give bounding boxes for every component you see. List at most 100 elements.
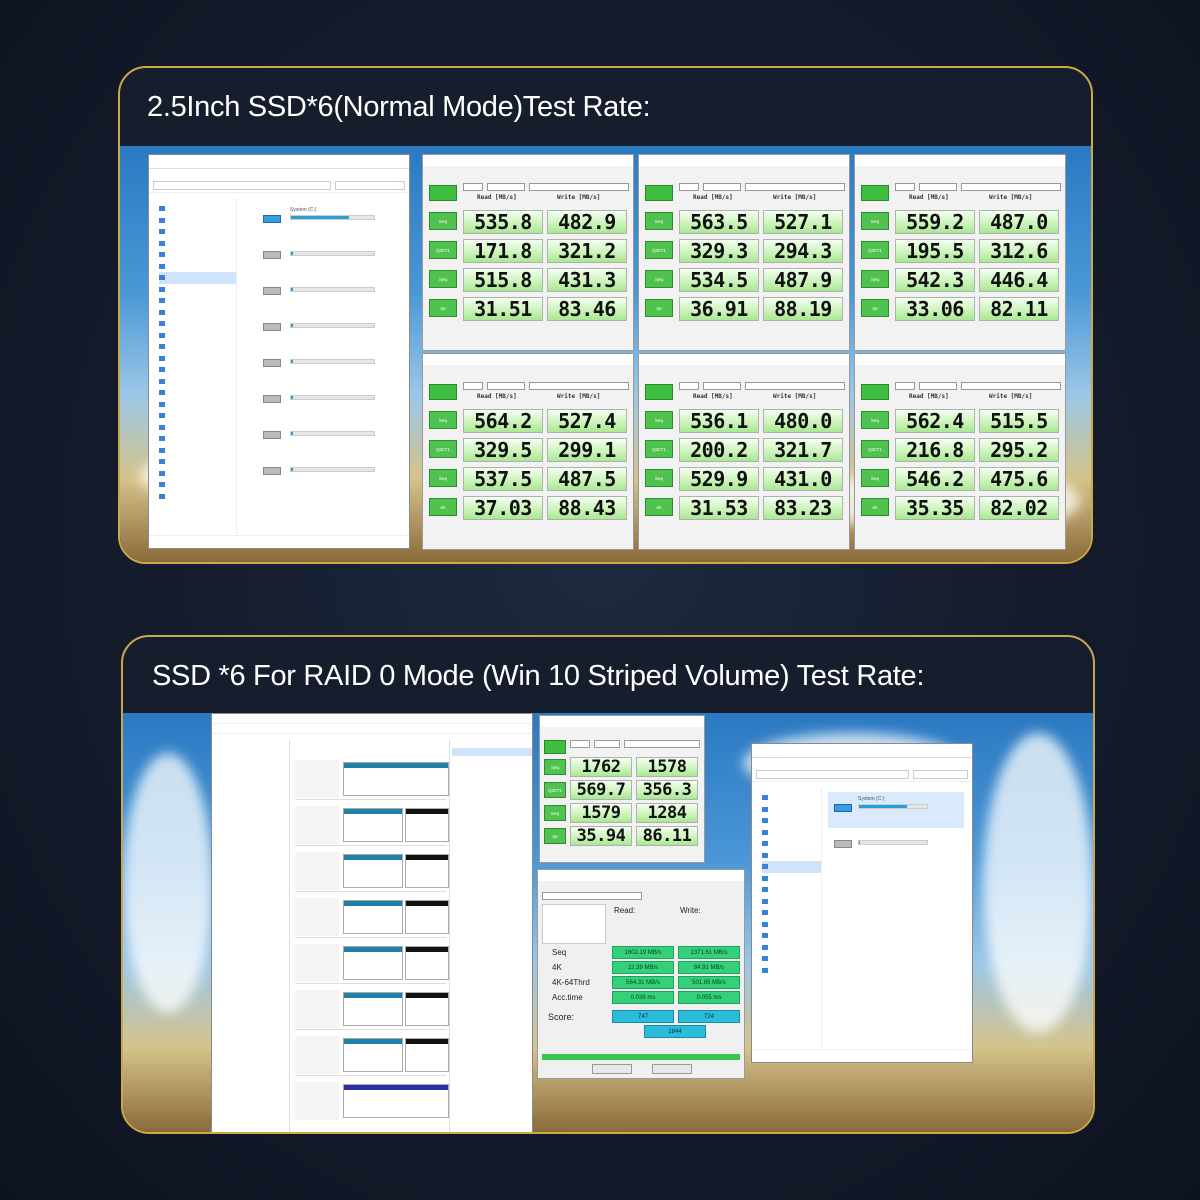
- test-button[interactable]: Q32T1: [544, 782, 566, 798]
- test-button[interactable]: Q32T1: [861, 241, 889, 259]
- striped-volume-block[interactable]: [343, 900, 403, 934]
- drive-item[interactable]: [245, 347, 401, 383]
- test-button[interactable]: Seq: [645, 212, 673, 230]
- test-button[interactable]: 4K: [544, 828, 566, 844]
- count-select[interactable]: [463, 382, 483, 390]
- drive-item[interactable]: [245, 455, 401, 491]
- striped-volume-block[interactable]: [343, 1038, 403, 1072]
- all-button[interactable]: [429, 185, 457, 201]
- size-select[interactable]: [919, 183, 957, 191]
- unallocated-block[interactable]: [405, 808, 449, 842]
- tree-item[interactable]: [159, 399, 236, 411]
- unallocated-block[interactable]: [405, 992, 449, 1026]
- tree-item[interactable]: [159, 479, 236, 491]
- tree-item[interactable]: [159, 295, 236, 307]
- tree-item[interactable]: [218, 826, 289, 834]
- size-select[interactable]: [919, 382, 957, 390]
- unallocated-block[interactable]: [405, 1038, 449, 1072]
- size-select[interactable]: [487, 382, 525, 390]
- all-button[interactable]: [861, 384, 889, 400]
- tree-item[interactable]: [218, 743, 289, 751]
- drive-select[interactable]: [529, 382, 629, 390]
- abort-button[interactable]: [652, 1064, 692, 1074]
- tree-item[interactable]: [762, 792, 821, 804]
- tree-item[interactable]: [762, 942, 821, 954]
- drive-item[interactable]: [245, 275, 401, 311]
- size-select[interactable]: [594, 740, 620, 748]
- disk-row[interactable]: [295, 806, 449, 846]
- test-button[interactable]: Seq: [861, 270, 889, 288]
- tree-item[interactable]: [218, 811, 289, 819]
- tree-item[interactable]: [159, 433, 236, 445]
- tree-item[interactable]: [762, 907, 821, 919]
- drive-select[interactable]: [542, 892, 642, 900]
- tree-item[interactable]: [218, 796, 289, 804]
- tree-item[interactable]: [762, 953, 821, 965]
- test-button[interactable]: Seq: [645, 469, 673, 487]
- tree-item[interactable]: [218, 818, 289, 826]
- drive-select[interactable]: [624, 740, 700, 748]
- tree-item-this-pc[interactable]: [762, 861, 821, 873]
- striped-volume-block[interactable]: [343, 854, 403, 888]
- tree-item[interactable]: [159, 318, 236, 330]
- drive-select[interactable]: [529, 183, 629, 191]
- all-button[interactable]: [645, 384, 673, 400]
- tree-item[interactable]: [159, 468, 236, 480]
- tree-item-this-pc[interactable]: [159, 272, 236, 284]
- tree-item[interactable]: [218, 781, 289, 789]
- unallocated-block[interactable]: [405, 854, 449, 888]
- tree-item[interactable]: [218, 751, 289, 759]
- drive-item-system[interactable]: System (C:): [245, 203, 401, 239]
- drive-select[interactable]: [961, 382, 1061, 390]
- tree-item[interactable]: [762, 827, 821, 839]
- tree-item[interactable]: [159, 341, 236, 353]
- tree-item[interactable]: [159, 353, 236, 365]
- test-button[interactable]: Q32T1: [429, 241, 457, 259]
- tree-item[interactable]: [159, 410, 236, 422]
- tree-item[interactable]: [159, 422, 236, 434]
- tree-item[interactable]: [762, 838, 821, 850]
- tree-item[interactable]: [159, 238, 236, 250]
- tree-item[interactable]: [762, 804, 821, 816]
- test-button[interactable]: 4K: [861, 299, 889, 317]
- tree-item[interactable]: [218, 773, 289, 781]
- tree-item[interactable]: [159, 226, 236, 238]
- search-input[interactable]: [335, 181, 405, 190]
- size-select[interactable]: [487, 183, 525, 191]
- action-item[interactable]: [452, 748, 532, 756]
- test-button[interactable]: Q32T1: [645, 440, 673, 458]
- count-select[interactable]: [570, 740, 590, 748]
- disk-row[interactable]: [295, 852, 449, 892]
- test-button[interactable]: Seq: [544, 759, 566, 775]
- tree-item[interactable]: [218, 803, 289, 811]
- test-button[interactable]: Seq: [645, 270, 673, 288]
- drive-item-system[interactable]: System (C:): [828, 792, 964, 828]
- disk-row[interactable]: [295, 1082, 449, 1132]
- drive-item[interactable]: [245, 239, 401, 275]
- start-button[interactable]: [592, 1064, 632, 1074]
- striped-volume-block[interactable]: [343, 992, 403, 1026]
- address-bar[interactable]: [153, 181, 331, 190]
- count-select[interactable]: [463, 183, 483, 191]
- all-button[interactable]: [544, 740, 566, 754]
- unallocated-block[interactable]: [405, 900, 449, 934]
- tree-item[interactable]: [159, 364, 236, 376]
- disk-row[interactable]: [295, 1036, 449, 1076]
- test-button[interactable]: 4K: [645, 498, 673, 516]
- size-select[interactable]: [703, 183, 741, 191]
- test-button[interactable]: Seq: [429, 411, 457, 429]
- test-button[interactable]: Seq: [544, 805, 566, 821]
- partition-block[interactable]: [343, 1084, 449, 1118]
- test-button[interactable]: Seq: [645, 411, 673, 429]
- drive-item[interactable]: [245, 383, 401, 419]
- test-button[interactable]: 4K: [429, 498, 457, 516]
- tree-item[interactable]: [762, 965, 821, 977]
- tree-item[interactable]: [762, 873, 821, 885]
- all-button[interactable]: [861, 185, 889, 201]
- test-button[interactable]: Seq: [429, 469, 457, 487]
- tree-item[interactable]: [159, 249, 236, 261]
- drive-select[interactable]: [745, 183, 845, 191]
- test-button[interactable]: 4K: [429, 299, 457, 317]
- count-select[interactable]: [895, 183, 915, 191]
- tree-item[interactable]: [159, 284, 236, 296]
